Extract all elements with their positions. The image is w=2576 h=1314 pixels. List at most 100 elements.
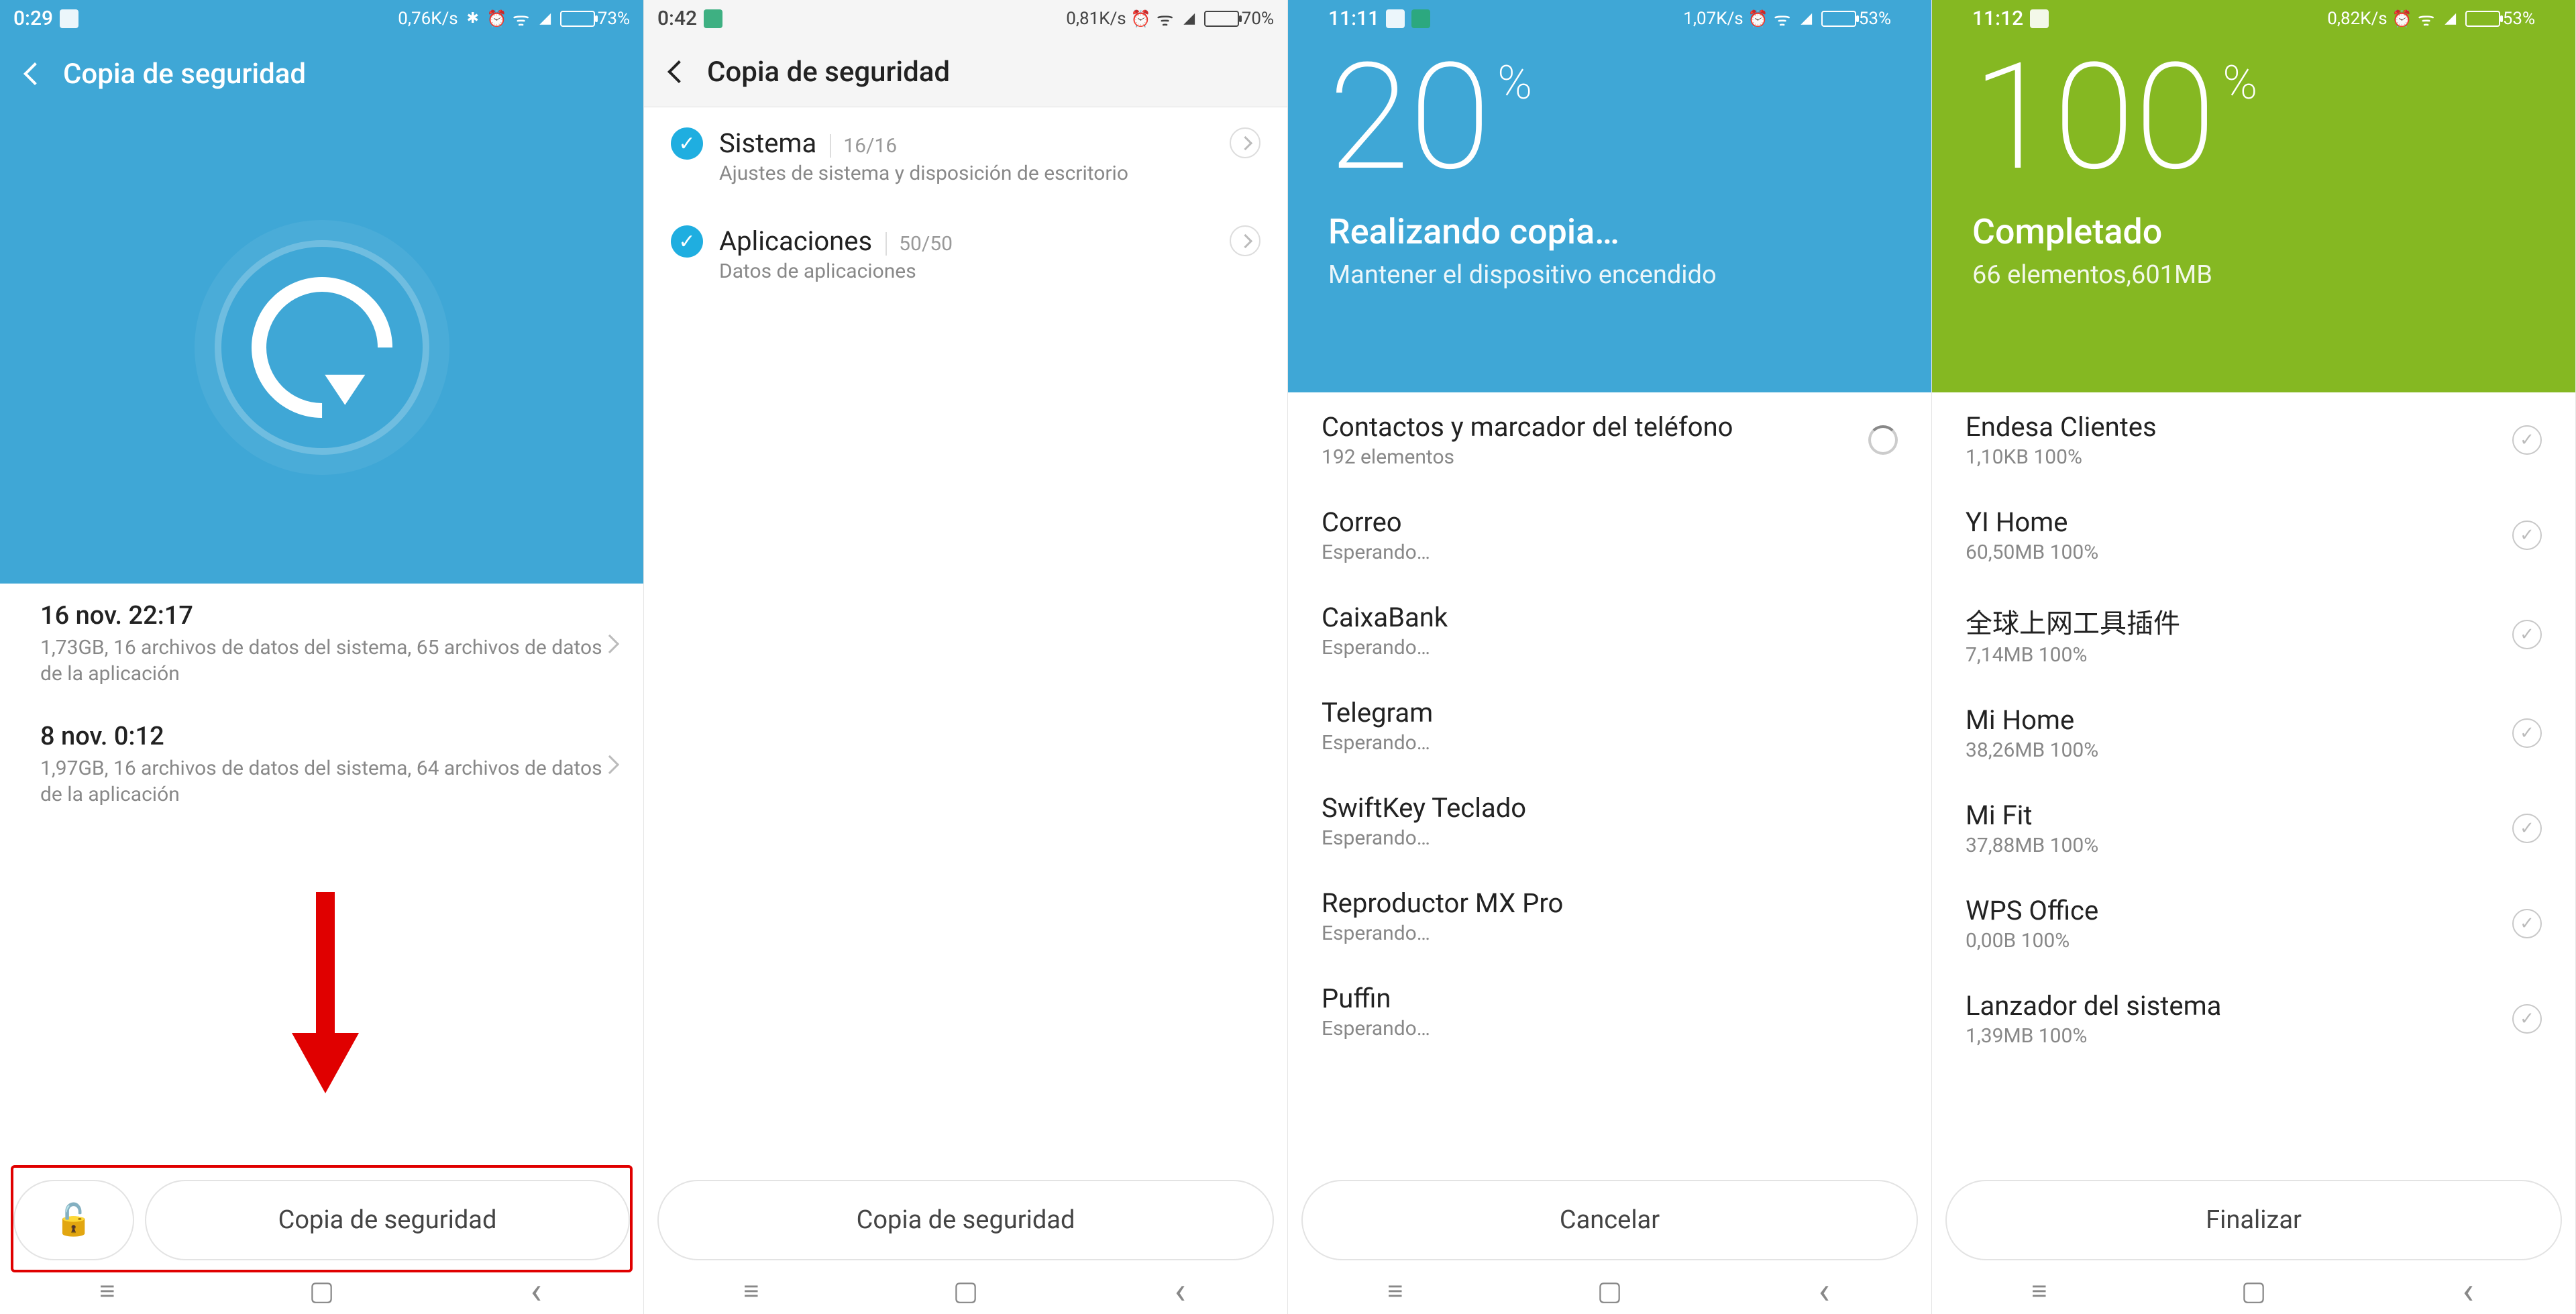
backup-date: 16 nov. 22:17	[40, 601, 616, 631]
app-indicator-icon	[704, 9, 722, 28]
list-item: YI Home 60,50MB 100%	[1932, 488, 2575, 583]
check-icon	[2512, 1004, 2542, 1034]
lock-button[interactable]	[13, 1180, 134, 1260]
list-item: 全球上网工具插件 7,14MB 100%	[1932, 583, 2575, 686]
backup-entry[interactable]: 16 nov. 22:17 1,73GB, 16 archivos de dat…	[0, 584, 643, 704]
complete-title: Completado	[1972, 211, 2535, 252]
recents-icon[interactable]	[91, 1277, 124, 1304]
finish-label: Finalizar	[2206, 1205, 2302, 1235]
item-sub: Esperando…	[1322, 731, 1898, 755]
network-speed: 1,07K/s	[1683, 9, 1743, 29]
item-title: Mi Home	[1966, 704, 2499, 736]
signal-icon	[2441, 9, 2460, 28]
chevron-right-icon[interactable]	[1230, 225, 1260, 256]
item-sub: Esperando…	[1322, 1017, 1898, 1040]
item-sub: Esperando…	[1322, 922, 1898, 945]
category-subtitle: Datos de aplicaciones	[719, 260, 1214, 283]
cancel-label: Cancelar	[1560, 1205, 1660, 1235]
item-sub: 192 elementos	[1322, 445, 1855, 469]
item-title: CaixaBank	[1322, 602, 1898, 633]
screen-4-backup-complete: 11:12 0,82K/s 53% 100 % Completado 66 el…	[1932, 0, 2576, 1314]
list-item: Mi Fit 37,88MB 100%	[1932, 781, 2575, 876]
item-sub: 1,39MB 100%	[1966, 1024, 2499, 1048]
cancel-button[interactable]: Cancelar	[1301, 1180, 1918, 1260]
backup-entry[interactable]: 8 nov. 0:12 1,97GB, 16 archivos de datos…	[0, 704, 643, 825]
checked-icon	[671, 225, 703, 258]
wifi-icon	[1156, 9, 1175, 28]
alarm-icon	[1749, 9, 1768, 28]
item-title: Puffin	[1322, 983, 1898, 1014]
item-sub: Esperando…	[1322, 541, 1898, 564]
complete-subtitle: 66 elementos,601MB	[1972, 260, 2535, 290]
hero-progress-panel: 11:11 1,07K/s 53% 20 % Realizando copia……	[1288, 0, 1931, 392]
backup-history-list: 16 nov. 22:17 1,73GB, 16 archivos de dat…	[0, 584, 643, 825]
progress-title: Realizando copia…	[1328, 211, 1891, 252]
category-list: Sistema 16/16 Ajustes de sistema y dispo…	[644, 107, 1287, 303]
category-row-apps[interactable]: Aplicaciones 50/50 Datos de aplicaciones	[644, 205, 1287, 303]
system-nav-bar	[1932, 1267, 2575, 1314]
wifi-icon	[2417, 9, 2436, 28]
list-item: Telegram Esperando…	[1288, 678, 1931, 773]
check-icon	[2512, 909, 2542, 938]
list-item: Reproductor MX Pro Esperando…	[1288, 869, 1931, 964]
item-title: Reproductor MX Pro	[1322, 887, 1898, 919]
system-nav-bar	[644, 1267, 1287, 1314]
header-title: Copia de seguridad	[63, 58, 306, 91]
percent-value: 20	[1328, 44, 1491, 191]
backup-summary: 1,73GB, 16 archivos de datos del sistema…	[40, 635, 616, 687]
finish-button[interactable]: Finalizar	[1945, 1180, 2562, 1260]
back-nav-icon[interactable]	[519, 1277, 553, 1304]
bottom-action-bar: Copia de seguridad	[657, 1180, 1274, 1260]
signal-icon	[1797, 9, 1816, 28]
home-icon[interactable]	[305, 1277, 338, 1304]
recents-icon[interactable]	[735, 1277, 768, 1304]
backup-now-button[interactable]: Copia de seguridad	[657, 1180, 1274, 1260]
item-sub: 38,26MB 100%	[1966, 738, 2499, 762]
list-item: Contactos y marcador del teléfono 192 el…	[1288, 392, 1931, 488]
status-time: 0:42	[657, 7, 697, 30]
category-row-system[interactable]: Sistema 16/16 Ajustes de sistema y dispo…	[644, 107, 1287, 205]
system-nav-bar	[0, 1267, 643, 1314]
back-nav-icon[interactable]	[2451, 1277, 2485, 1304]
unlock-icon	[54, 1202, 93, 1238]
category-count: 50/50	[885, 232, 953, 256]
complete-item-list: Endesa Clientes 1,10KB 100% YI Home 60,5…	[1932, 392, 2575, 1314]
circular-arrow-icon	[222, 248, 421, 447]
network-speed: 0,76K/s	[398, 9, 458, 29]
backup-graphic	[0, 111, 643, 584]
list-item: Mi Home 38,26MB 100%	[1932, 686, 2575, 781]
spinner-icon	[1868, 425, 1898, 455]
app-indicator-icon	[2030, 9, 2049, 28]
category-count: 16/16	[830, 134, 897, 158]
list-item: Puffin Esperando…	[1288, 964, 1931, 1059]
back-icon[interactable]	[664, 58, 691, 85]
back-nav-icon[interactable]	[1163, 1277, 1197, 1304]
item-title: WPS Office	[1966, 895, 2499, 926]
annotation-arrow	[305, 892, 345, 1100]
progress-subtitle: Mantener el dispositivo encendido	[1328, 260, 1891, 290]
chevron-right-icon[interactable]	[1230, 127, 1260, 158]
home-icon[interactable]	[949, 1277, 982, 1304]
recents-icon[interactable]	[2023, 1277, 2056, 1304]
item-title: Contactos y marcador del teléfono	[1322, 411, 1855, 443]
header-bar: Copia de seguridad	[0, 37, 643, 111]
status-bar: 0:42 0,81K/s 70%	[644, 0, 1287, 37]
screen-3-backup-progress: 11:11 1,07K/s 53% 20 % Realizando copia……	[1288, 0, 1932, 1314]
category-title: Sistema	[719, 127, 816, 159]
item-sub: 0,00B 100%	[1966, 929, 2499, 952]
backup-now-button[interactable]: Copia de seguridad	[145, 1180, 630, 1260]
home-icon[interactable]	[1593, 1277, 1626, 1304]
item-sub: Esperando…	[1322, 826, 1898, 850]
network-speed: 0,82K/s	[2327, 9, 2387, 29]
item-title: YI Home	[1966, 506, 2499, 538]
network-speed: 0,81K/s	[1066, 9, 1126, 29]
item-sub: Esperando…	[1322, 636, 1898, 659]
back-nav-icon[interactable]	[1807, 1277, 1841, 1304]
recents-icon[interactable]	[1379, 1277, 1412, 1304]
check-icon	[2512, 718, 2542, 748]
back-icon[interactable]	[20, 60, 47, 87]
bottom-action-bar: Copia de seguridad	[13, 1180, 630, 1260]
item-sub: 60,50MB 100%	[1966, 541, 2499, 564]
home-icon[interactable]	[2237, 1277, 2270, 1304]
item-title: SwiftKey Teclado	[1322, 792, 1898, 824]
